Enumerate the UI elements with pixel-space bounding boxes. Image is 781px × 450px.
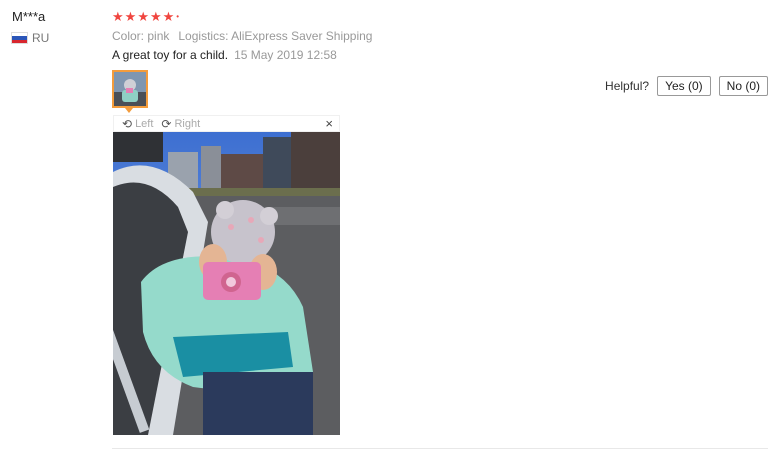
- helpful-yes-button[interactable]: Yes (0): [657, 76, 711, 96]
- helpful-vote: Helpful? Yes (0) No (0): [605, 76, 768, 96]
- russia-flag-icon: [12, 33, 27, 43]
- image-viewer-toolbar: ⟲ Left ⟳ Right ×: [113, 115, 340, 132]
- star-icon: ★: [149, 9, 162, 24]
- review-photo: [113, 132, 340, 435]
- feedback-line: A great toy for a child. 15 May 2019 12:…: [112, 48, 337, 62]
- star-icon: ★: [124, 9, 137, 24]
- rotate-left-icon: ⟲: [122, 116, 133, 131]
- country-code: RU: [32, 31, 50, 45]
- photo-thumbnail[interactable]: [112, 70, 148, 108]
- rotate-left-button[interactable]: ⟲ Left: [122, 117, 153, 131]
- star-rating: ★ ★ ★ ★ ★ •: [112, 10, 179, 24]
- star-icon: ★: [162, 9, 175, 24]
- logistics-info: Logistics: AliExpress Saver Shipping: [178, 29, 373, 43]
- star-icon: ★: [137, 9, 149, 24]
- helpful-no-button[interactable]: No (0): [718, 76, 768, 96]
- order-info: Color: pink Logistics: AliExpress Saver …: [112, 29, 372, 43]
- feedback-text: A great toy for a child.: [112, 48, 229, 62]
- reviewer-name: M***a: [12, 9, 46, 24]
- helpful-label: Helpful?: [605, 79, 650, 93]
- color-info: Color: pink: [112, 29, 170, 43]
- rotate-right-button[interactable]: ⟳ Right: [161, 117, 200, 131]
- star-icon: ★: [112, 9, 124, 24]
- review-date: 15 May 2019 12:58: [234, 48, 337, 62]
- rating-dot-icon: •: [176, 12, 180, 21]
- review-divider: [112, 448, 768, 449]
- thumbnail-pointer: [125, 108, 133, 113]
- close-viewer-icon[interactable]: ×: [325, 116, 333, 131]
- reviewer-country: RU: [12, 31, 49, 45]
- rotate-right-icon: ⟳: [161, 116, 172, 131]
